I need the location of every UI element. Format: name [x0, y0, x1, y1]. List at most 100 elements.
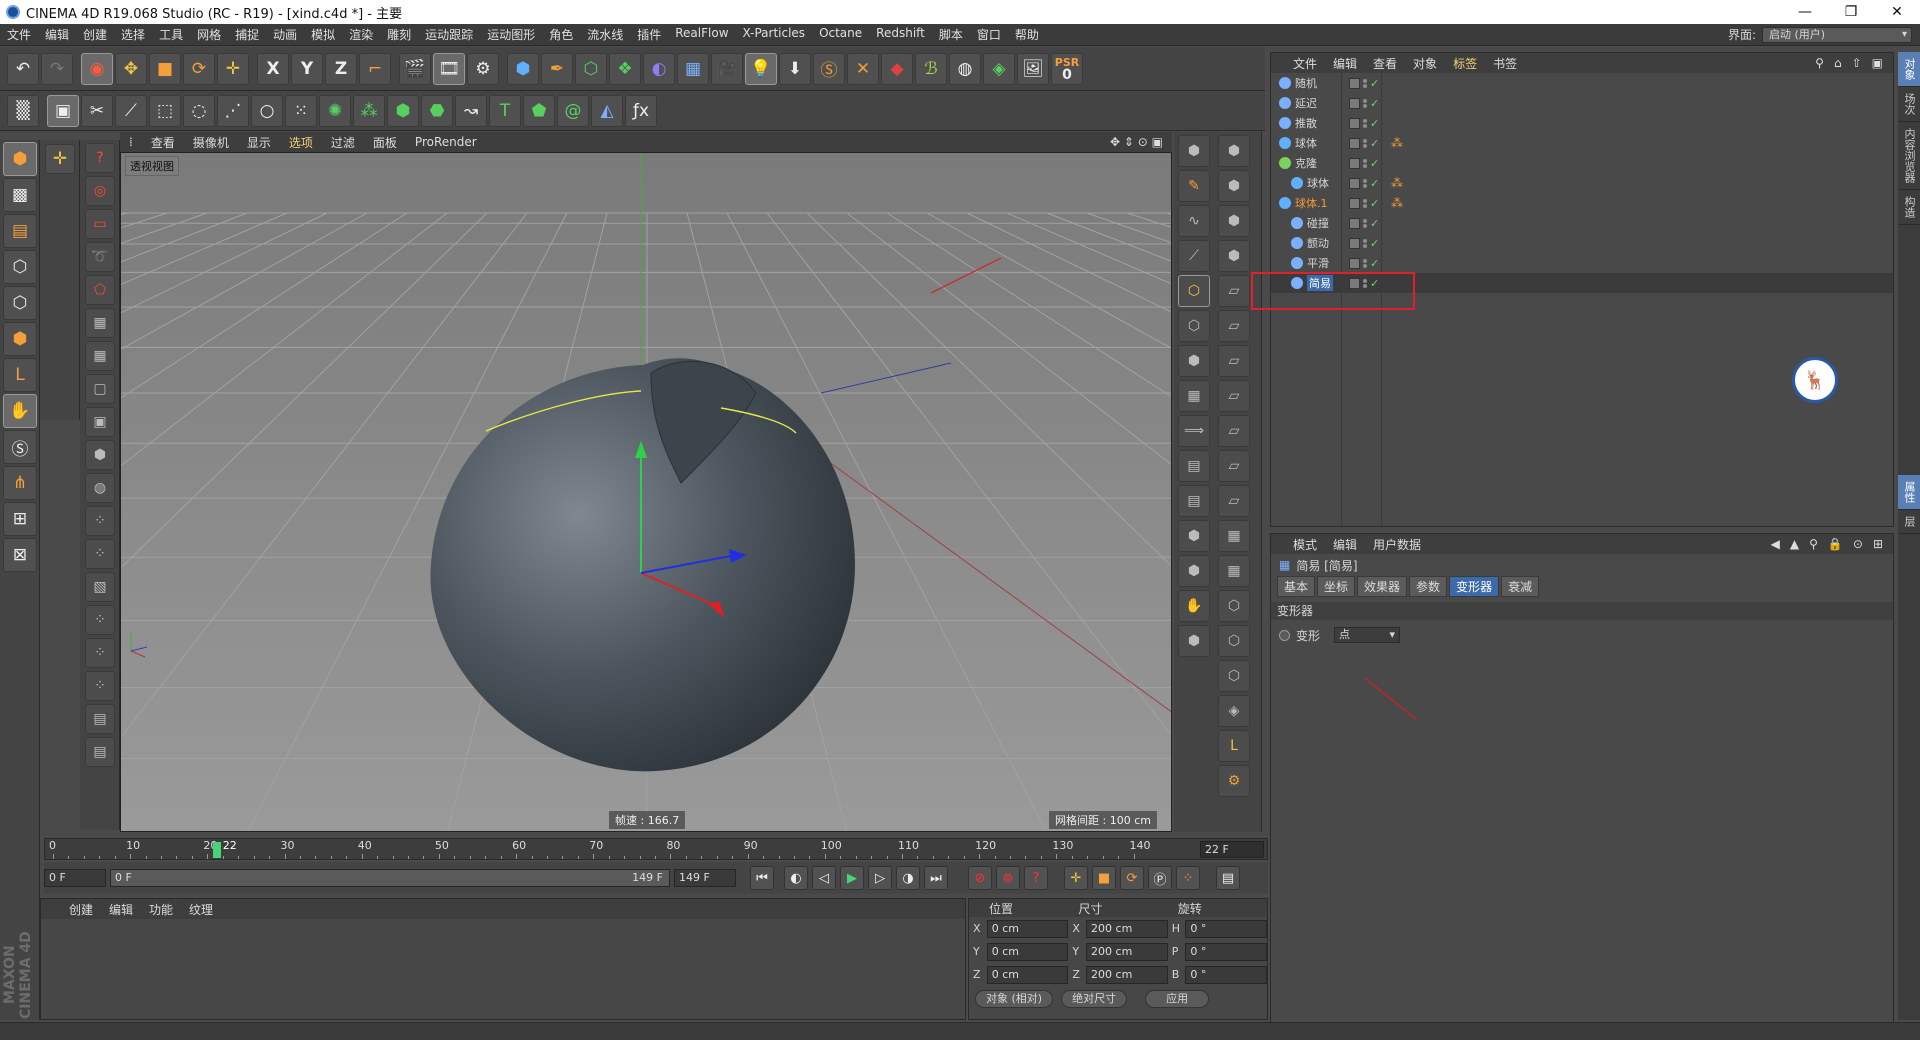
deform-mode-dropdown[interactable]: 点 [1334, 627, 1401, 643]
search-icon[interactable]: ⚲ [1815, 56, 1824, 70]
apply-button[interactable]: 应用 [1145, 990, 1210, 1008]
menu-item[interactable]: 运动图形 [480, 26, 542, 43]
start-frame-field[interactable]: 0 F [44, 869, 106, 887]
floor-icon[interactable]: ▦ [677, 52, 709, 85]
poly-selection-icon[interactable]: ⬠ [85, 275, 115, 305]
viewport-menu-item[interactable]: 摄像机 [184, 134, 238, 151]
tweak-mode-icon[interactable]: ✋ [3, 394, 37, 428]
side-tab[interactable]: 场次 [1898, 87, 1920, 122]
menu-item[interactable]: 渲染 [342, 26, 380, 43]
arrow-a-icon[interactable]: ⟹ [1178, 415, 1210, 447]
object-menu-item[interactable]: 编辑 [1325, 55, 1365, 72]
magnet-icon[interactable]: ⋔ [3, 466, 37, 500]
brush-icon[interactable]: ▦ [85, 341, 115, 371]
sphere-points-icon[interactable]: ✺ [319, 94, 351, 127]
camera-label[interactable]: 透视视图 [125, 156, 179, 176]
enabled-check-icon[interactable]: ✓ [1370, 97, 1379, 110]
timeline-playhead[interactable] [212, 842, 221, 858]
close-button[interactable]: ✕ [1874, 0, 1920, 24]
cube-green-icon[interactable]: ⬢ [387, 94, 419, 127]
transform-tool-icon[interactable]: ✛ [217, 52, 249, 85]
visibility-dots-icon[interactable] [1363, 98, 1367, 108]
viewport-menu-item[interactable]: 查看 [142, 134, 184, 151]
record-icon[interactable]: ⊘ [968, 866, 992, 890]
brush-select-icon[interactable]: ⬚ [149, 94, 181, 127]
menu-item[interactable]: 运动跟踪 [418, 26, 480, 43]
coordinate-field[interactable]: 200 cm [1086, 965, 1168, 984]
deformer-h-icon[interactable]: ▦ [1218, 520, 1250, 552]
menu-item[interactable]: 捕捉 [228, 26, 266, 43]
keyframe-help-icon[interactable]: ? [1024, 866, 1048, 890]
stack-d-icon[interactable]: ⬢ [1218, 240, 1250, 272]
coordinate-field[interactable]: 200 cm [1086, 942, 1168, 961]
coordinate-field[interactable]: 0 cm [986, 965, 1069, 984]
phong-tag-icon[interactable]: ⁂ [1391, 176, 1403, 190]
stack-b-icon[interactable]: ⬢ [1218, 170, 1250, 202]
download-icon[interactable]: ⬇ [779, 52, 811, 85]
deform-yellow-icon[interactable]: ⬡ [1178, 275, 1210, 307]
stack-c-icon[interactable]: ⬢ [1218, 205, 1250, 237]
menu-item[interactable]: 脚本 [932, 26, 970, 43]
layer-toggle[interactable] [1349, 217, 1360, 229]
redshift-icon[interactable]: ◈ [983, 52, 1015, 85]
extrude-tool-icon[interactable]: ⬢ [85, 440, 115, 470]
object-row[interactable]: 平滑 ✓ [1271, 253, 1893, 273]
go-to-start-icon[interactable]: ⏮ [750, 866, 774, 890]
object-row[interactable]: 延迟 ✓ [1271, 93, 1893, 113]
snap-icon[interactable]: ✂ [81, 94, 113, 127]
object-row[interactable]: 推散 ✓ [1271, 113, 1893, 133]
text-tool-icon[interactable]: T [489, 94, 521, 127]
grid-tool-d-icon[interactable]: ⁘ [85, 605, 115, 635]
edges-mode-icon[interactable]: ⬡ [3, 286, 37, 320]
z-axis-lock-icon[interactable]: Z [325, 52, 357, 85]
lock-workplane-icon[interactable]: ⊞ [3, 502, 37, 536]
grid-points-icon[interactable]: ⁙ [285, 94, 317, 127]
viewport-nav-icons[interactable]: ✥ ⇕ ⊙ ▣ [1101, 135, 1172, 149]
cloth-icon[interactable]: ◈ [1218, 695, 1250, 727]
enabled-check-icon[interactable]: ✓ [1370, 117, 1379, 130]
visibility-dots-icon[interactable] [1363, 218, 1367, 228]
viewport-solo-icon[interactable]: ▣ [47, 94, 79, 127]
next-key-icon[interactable]: ◑ [896, 866, 920, 890]
object-menu-item[interactable]: 书签 [1485, 55, 1525, 72]
menu-item[interactable]: 文件 [0, 26, 38, 43]
next-frame-icon[interactable]: ▷ [868, 866, 892, 890]
deformer-f-icon[interactable]: ▱ [1218, 450, 1250, 482]
maximize-button[interactable]: ❐ [1828, 0, 1874, 24]
layer-toggle[interactable] [1349, 237, 1360, 249]
object-menu-item[interactable]: 文件 [1285, 55, 1325, 72]
menu-item[interactable]: 帮助 [1008, 26, 1046, 43]
enabled-check-icon[interactable]: ✓ [1370, 257, 1379, 270]
attribute-menu-item[interactable]: 用户数据 [1365, 536, 1429, 553]
object-row[interactable]: 球体 ✓ ⁂ [1271, 133, 1893, 153]
enabled-check-icon[interactable]: ✓ [1370, 217, 1379, 230]
polygon-select-icon[interactable]: ○ [251, 94, 283, 127]
object-row[interactable]: 球体 ✓ ⁂ [1271, 173, 1893, 193]
material-menu-item[interactable]: 创建 [61, 901, 101, 918]
object-menu-item[interactable]: 查看 [1365, 55, 1405, 72]
current-frame-field[interactable]: 22 F [1200, 841, 1264, 858]
workplane-icon[interactable]: ▤ [3, 214, 37, 248]
enabled-check-icon[interactable]: ✓ [1370, 137, 1379, 150]
play-icon[interactable]: ▶ [840, 866, 864, 890]
attribute-tab[interactable]: 坐标 [1317, 575, 1356, 597]
render-picture-viewer-icon[interactable]: 🎞 [433, 52, 465, 85]
enabled-check-icon[interactable]: ✓ [1370, 177, 1379, 190]
deformer-e-icon[interactable]: ▱ [1218, 415, 1250, 447]
grid-tool-h-icon[interactable]: ▤ [85, 737, 115, 767]
pen-spline-icon[interactable]: ✒ [541, 52, 573, 85]
deformer-j-icon[interactable]: ⬡ [1218, 590, 1250, 622]
lasso-selection-icon[interactable]: ➰ [85, 242, 115, 272]
up-arrow-icon[interactable]: ▲ [1790, 537, 1799, 551]
grid-a-icon[interactable]: ▦ [1178, 380, 1210, 412]
line-icon[interactable]: ⟋ [1178, 240, 1210, 272]
realflow-icon[interactable]: ◆ [881, 52, 913, 85]
viewport-menu-item[interactable]: 面板 [364, 134, 406, 151]
menu-item[interactable]: 流水线 [580, 26, 630, 43]
coordinate-field[interactable]: 0 ° [1185, 965, 1268, 984]
spline-a-icon[interactable]: ∿ [1178, 205, 1210, 237]
enabled-check-icon[interactable]: ✓ [1370, 237, 1379, 250]
metaball-icon[interactable]: ◭ [591, 94, 623, 127]
cube-e-icon[interactable]: ⬢ [1178, 625, 1210, 657]
octane-icon[interactable]: ℬ [915, 52, 947, 85]
